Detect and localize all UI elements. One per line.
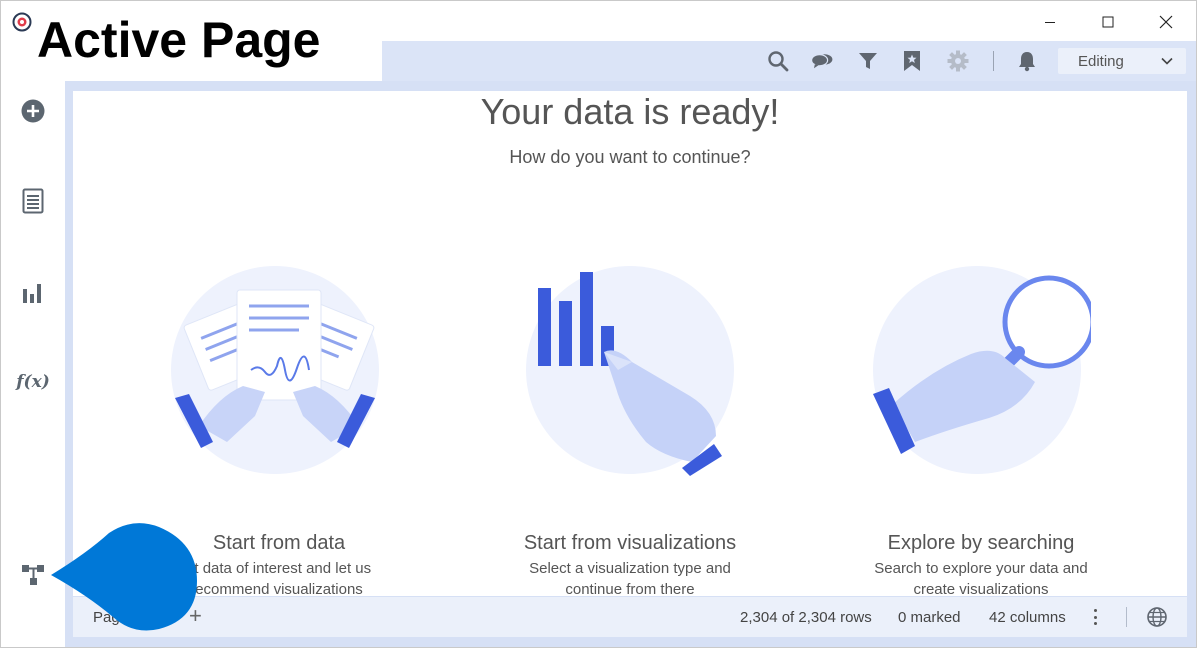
data-table-icon: [22, 188, 44, 214]
column-count: 42 columns: [989, 609, 1066, 626]
option-title: Start from visualizations: [523, 532, 737, 554]
statusbar-separator: [1126, 607, 1127, 627]
data-canvas-icon: [22, 565, 44, 585]
comments-icon[interactable]: [810, 49, 834, 73]
status-bar: Pag + 2,304 of 2,304 rows 0 marked 42 co…: [73, 597, 1187, 637]
settings-icon[interactable]: [946, 49, 970, 73]
magnifier-illustration-icon: [873, 266, 1091, 474]
documents-illustration-icon: [171, 266, 379, 474]
visualization-types-button[interactable]: [17, 277, 49, 309]
app-logo-icon: [12, 12, 32, 32]
app-window: Active Page Editing f(x) Your data is re…: [0, 0, 1197, 648]
minimize-icon: [1045, 22, 1055, 23]
search-icon[interactable]: [766, 49, 790, 73]
close-icon: [1159, 15, 1173, 29]
minimize-button[interactable]: [1027, 5, 1073, 39]
option-description: Search to explore your data and create v…: [874, 560, 1088, 598]
expression-icon: f(x): [16, 372, 50, 392]
bookmark-icon[interactable]: [900, 49, 924, 73]
more-options-icon[interactable]: [1089, 607, 1101, 627]
data-table-button[interactable]: [17, 185, 49, 217]
chevron-down-icon: [1161, 57, 1173, 65]
page-subtitle: How do you want to continue?: [509, 147, 751, 167]
toolbar-separator: [993, 51, 994, 71]
expression-button[interactable]: f(x): [16, 366, 50, 398]
mode-label: Editing: [1078, 52, 1124, 70]
add-data-button[interactable]: [17, 95, 49, 127]
marked-count: 0 marked: [898, 609, 961, 626]
row-count: 2,304 of 2,304 rows: [740, 609, 872, 626]
notification-icon[interactable]: [1015, 49, 1039, 73]
close-button[interactable]: [1143, 5, 1189, 39]
option-title: Explore by searching: [887, 532, 1075, 554]
visualization-types-icon: [23, 284, 41, 303]
data-ready-panel: Your data is ready! How do you want to c…: [73, 91, 1187, 598]
maximize-icon: [1102, 16, 1114, 28]
globe-icon[interactable]: [1146, 606, 1168, 628]
filter-icon[interactable]: [856, 49, 880, 73]
maximize-button[interactable]: [1085, 5, 1131, 39]
data-canvas-button[interactable]: [17, 559, 49, 591]
active-page-label: Active Page: [37, 12, 321, 68]
pointer-marker: [51, 523, 197, 631]
mode-dropdown[interactable]: Editing: [1058, 48, 1186, 74]
add-data-icon: [21, 99, 45, 123]
option-description: Select a visualization type and continue…: [529, 560, 731, 598]
page-title: Your data is ready!: [480, 91, 780, 132]
explore-by-searching-option[interactable]: Explore by searching Search to explore y…: [831, 266, 1131, 598]
start-from-visualizations-option[interactable]: Start from visualizations Select a visua…: [480, 266, 780, 598]
bar-chart-illustration-icon: [526, 266, 734, 476]
top-toolbar: Editing: [382, 41, 1196, 81]
